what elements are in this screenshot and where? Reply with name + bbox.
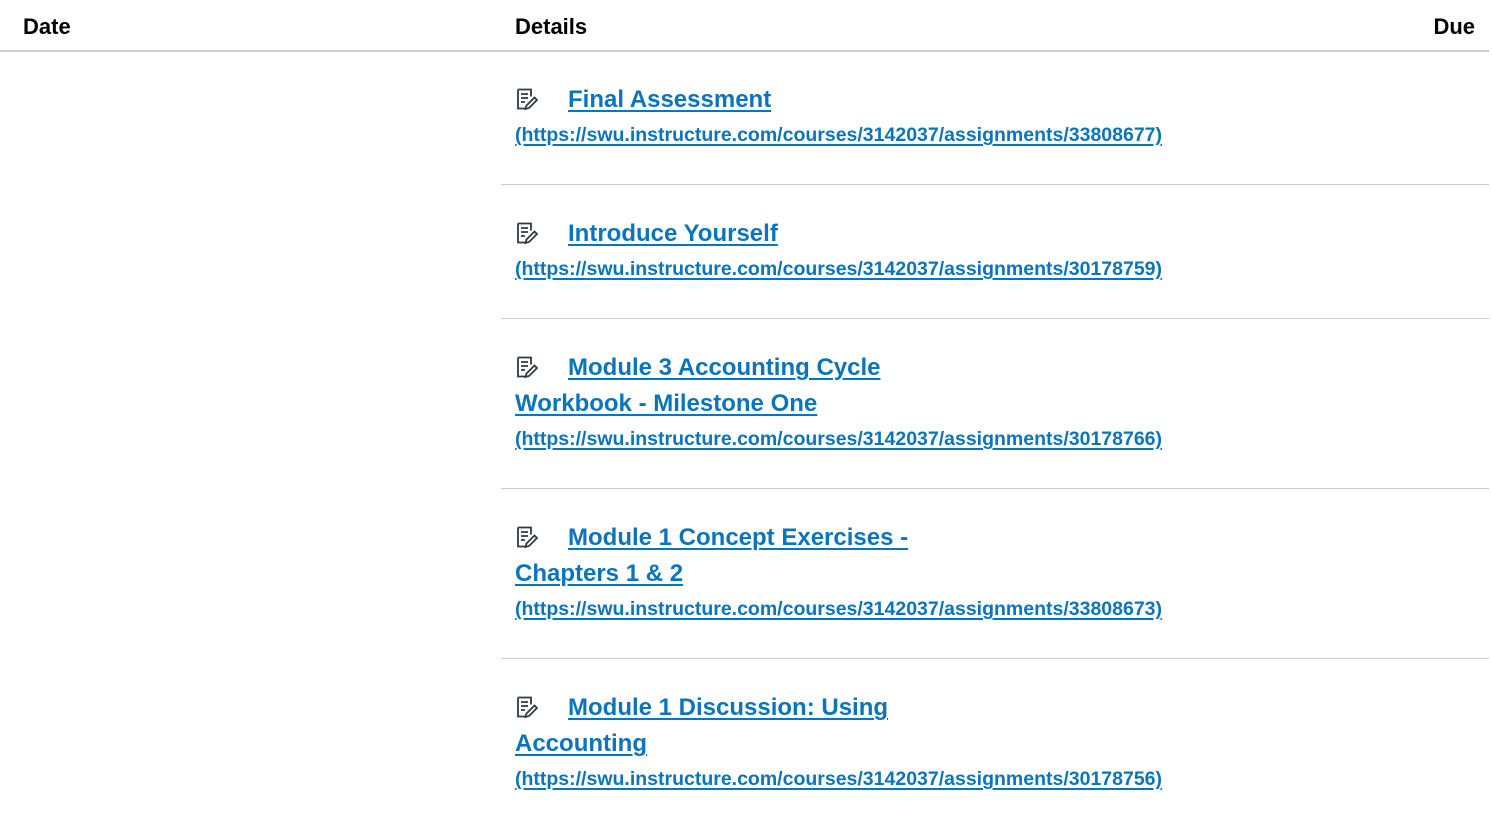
assignment-entry: Module 1 Concept Exercises - Chapters 1 … [515, 520, 1375, 626]
assignment-icon [517, 88, 539, 111]
assignment-icon [517, 696, 539, 719]
table-row: Module 3 Accounting Cycle Workbook - Mil… [501, 319, 1489, 489]
due-column-header: Due [1433, 14, 1475, 39]
assignment-link-continued[interactable]: Workbook - Milestone One [515, 386, 1375, 422]
assignment-url-link[interactable]: (https://swu.instructure.com/courses/314… [515, 592, 1375, 626]
assignment-icon [517, 526, 539, 549]
assignment-link[interactable]: Module 1 Discussion: Using [568, 694, 888, 721]
date-column-header: Date [23, 14, 71, 39]
assignment-link[interactable]: Final Assessment [568, 86, 771, 113]
assignment-title: Module 3 Accounting Cycle [515, 350, 1375, 386]
assignment-entry: Module 3 Accounting Cycle Workbook - Mil… [515, 350, 1375, 456]
table-row: Module 1 Discussion: Using Accounting (h… [501, 659, 1489, 816]
assignment-title: Final Assessment [515, 82, 1375, 118]
table-row: Introduce Yourself (https://swu.instruct… [501, 185, 1489, 319]
assignment-entry: Introduce Yourself (https://swu.instruct… [515, 216, 1375, 286]
assignment-entry: Module 1 Discussion: Using Accounting (h… [515, 690, 1375, 796]
assignment-url-link[interactable]: (https://swu.instructure.com/courses/314… [515, 252, 1375, 286]
table-row: Module 1 Concept Exercises - Chapters 1 … [501, 489, 1489, 659]
assignment-title: Module 1 Discussion: Using [515, 690, 1375, 726]
details-column-header: Details [515, 14, 588, 39]
assignment-url-link[interactable]: (https://swu.instructure.com/courses/314… [515, 422, 1375, 456]
assignment-url-link[interactable]: (https://swu.instructure.com/courses/314… [515, 118, 1375, 152]
assignment-entry: Final Assessment (https://swu.instructur… [515, 82, 1375, 152]
assignment-title: Introduce Yourself [515, 216, 1375, 252]
assignment-icon [517, 356, 539, 379]
assignment-link-continued[interactable]: Accounting [515, 726, 1375, 762]
table-header-row: Date Details Due [0, 0, 1489, 52]
assignment-link-continued[interactable]: Chapters 1 & 2 [515, 556, 1375, 592]
assignment-link[interactable]: Module 3 Accounting Cycle [568, 354, 880, 381]
table-row: Final Assessment (https://swu.instructur… [501, 52, 1489, 185]
assignment-icon [517, 222, 539, 245]
assignment-url-link[interactable]: (https://swu.instructure.com/courses/314… [515, 762, 1375, 796]
assignment-title: Module 1 Concept Exercises - [515, 520, 1375, 556]
assignment-link[interactable]: Module 1 Concept Exercises - [568, 524, 908, 551]
assignment-link[interactable]: Introduce Yourself [568, 220, 778, 247]
